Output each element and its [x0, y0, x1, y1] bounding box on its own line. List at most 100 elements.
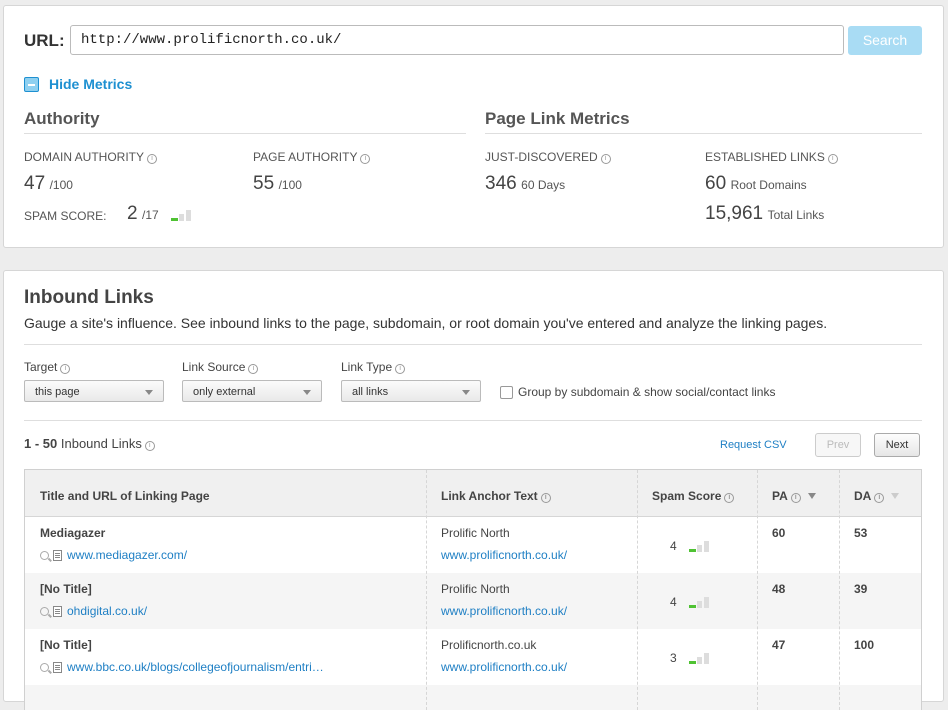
linking-page-url-cell: www.bbc.co.uk/blogs/collegeofjournalism/… [40, 660, 324, 674]
info-icon[interactable]: i [827, 154, 838, 164]
spam-score-bars [688, 652, 715, 664]
info-icon[interactable]: i [144, 441, 155, 451]
target-filter-label: Target i [24, 360, 71, 374]
info-icon[interactable]: i [790, 493, 801, 503]
column-title-url: Title and URL of Linking Page [40, 489, 210, 503]
column-divider [426, 470, 428, 710]
url-input[interactable]: http://www.prolificnorth.co.uk/ [70, 25, 844, 55]
page-link-metrics-title: Page Link Metrics [485, 109, 630, 128]
total-links-value: 15,961 Total Links [705, 203, 825, 224]
collapse-icon [24, 76, 39, 92]
info-icon[interactable]: i [147, 154, 158, 164]
linking-page-url[interactable]: www.mediagazer.com/ [67, 548, 187, 562]
spam-score-value: 2 /17 [127, 203, 197, 225]
anchor-target-url[interactable]: www.prolificnorth.co.uk/ [441, 548, 567, 562]
inbound-links-panel: Inbound Links Gauge a site's influence. … [3, 270, 944, 710]
linking-page-title: [No Title] [40, 638, 92, 652]
chevron-down-icon [303, 390, 311, 395]
authority-title: Authority [24, 109, 100, 128]
anchor-text: Prolificnorth.co.uk [441, 638, 537, 652]
inbound-links-table: Title and URL of Linking Page Link Ancho… [24, 469, 922, 710]
inbound-links-subtitle: Gauge a site's influence. See inbound li… [24, 315, 828, 331]
linking-page-url[interactable]: www.bbc.co.uk/blogs/collegeofjournalism/… [67, 660, 324, 674]
pa-value: 60 [772, 526, 786, 540]
spam-score-cell: 4 [670, 595, 715, 609]
page-icon[interactable] [53, 661, 62, 673]
table-row: [No Title] www.bbc.co.uk/blogs/collegeof… [25, 629, 921, 685]
domain-authority-label: DOMAIN AUTHORITY i [24, 150, 158, 164]
info-icon[interactable]: i [540, 493, 551, 503]
search-button[interactable]: Search [848, 26, 922, 55]
spam-score-cell: 3 [670, 651, 715, 665]
chevron-down-icon [462, 390, 470, 395]
page-authority-label: PAGE AUTHORITY i [253, 150, 371, 164]
column-da[interactable]: DA i [854, 470, 900, 516]
root-domains-value: 60 Root Domains [705, 173, 807, 194]
spam-score-bars [171, 209, 197, 221]
linking-page-url-cell: www.mediagazer.com/ [40, 548, 187, 562]
column-divider [757, 470, 759, 710]
search-icon[interactable] [40, 662, 49, 672]
info-icon[interactable]: i [600, 154, 611, 164]
page-icon[interactable] [53, 605, 62, 617]
sort-desc-icon [807, 493, 816, 499]
link-source-filter-label: Link Source i [182, 360, 259, 374]
inbound-count: 1 - 50 Inbound Links i [24, 436, 155, 451]
group-by-subdomain-checkbox[interactable] [500, 385, 513, 399]
hide-metrics-label: Hide Metrics [49, 76, 133, 92]
search-icon[interactable] [40, 550, 49, 560]
info-icon[interactable]: i [360, 154, 371, 164]
info-icon[interactable]: i [395, 364, 406, 374]
table-row: Mediagazer www.mediagazer.com/ Prolific … [25, 517, 921, 573]
pa-value: 48 [772, 582, 786, 596]
table-header: Title and URL of Linking Page Link Ancho… [25, 470, 921, 517]
da-value: 39 [854, 582, 868, 596]
table-row: [No Title] ohdigital.co.uk/ Prolific Nor… [25, 573, 921, 629]
anchor-target-url[interactable]: www.prolificnorth.co.uk/ [441, 604, 567, 618]
column-anchor-text[interactable]: Link Anchor Text i [441, 470, 551, 516]
group-by-subdomain-option[interactable]: Group by subdomain & show social/contact… [500, 385, 775, 399]
prev-button[interactable]: Prev [815, 433, 861, 457]
info-icon[interactable]: i [874, 493, 885, 503]
spam-score-cell: 4 [670, 539, 715, 553]
authority-divider [24, 133, 466, 134]
linking-page-title: [No Title] [40, 582, 92, 596]
target-select[interactable]: this page [24, 380, 164, 402]
sort-icon [891, 493, 900, 499]
column-divider [839, 470, 841, 710]
filters-divider-top [24, 344, 922, 345]
page-icon[interactable] [53, 549, 62, 561]
linking-page-url-cell: ohdigital.co.uk/ [40, 604, 147, 618]
inbound-links-title: Inbound Links [24, 287, 154, 308]
link-type-select[interactable]: all links [341, 380, 481, 402]
column-spam-score[interactable]: Spam Score i [652, 470, 735, 516]
pa-value: 47 [772, 638, 786, 652]
anchor-text: Prolific North [441, 582, 510, 596]
page-authority-value: 55 /100 [253, 173, 302, 194]
linking-page-title: Mediagazer [40, 526, 106, 540]
hide-metrics-toggle[interactable]: Hide Metrics [24, 76, 132, 92]
info-icon[interactable]: i [724, 493, 735, 503]
da-value: 100 [854, 638, 875, 652]
table-row [25, 685, 921, 710]
search-icon[interactable] [40, 606, 49, 616]
spam-score-label: SPAM SCORE: [24, 209, 107, 223]
anchor-target-url[interactable]: www.prolificnorth.co.uk/ [441, 660, 567, 674]
page-link-divider [485, 133, 922, 134]
info-icon[interactable]: i [60, 364, 71, 374]
link-type-filter-label: Link Type i [341, 360, 406, 374]
spam-score-bars [688, 596, 715, 608]
just-discovered-label: JUST-DISCOVERED i [485, 150, 611, 164]
next-button[interactable]: Next [874, 433, 920, 457]
link-source-select[interactable]: only external [182, 380, 322, 402]
column-pa[interactable]: PA i [772, 470, 816, 516]
just-discovered-value: 346 60 Days [485, 173, 566, 194]
anchor-text: Prolific North [441, 526, 510, 540]
chevron-down-icon [145, 390, 153, 395]
linking-page-url[interactable]: ohdigital.co.uk/ [67, 604, 147, 618]
request-csv-link[interactable]: Request CSV [720, 439, 787, 451]
info-icon[interactable]: i [248, 364, 259, 374]
da-value: 53 [854, 526, 868, 540]
filters-divider-bottom [24, 420, 922, 421]
established-links-label: ESTABLISHED LINKS i [705, 150, 838, 164]
